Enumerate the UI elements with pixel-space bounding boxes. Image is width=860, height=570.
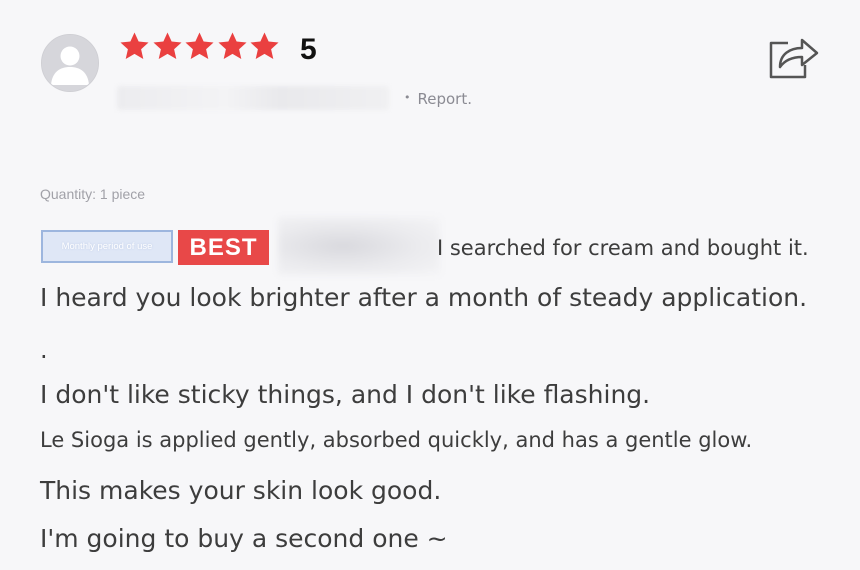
review-text-line: . xyxy=(40,336,48,364)
star-icon xyxy=(217,32,247,60)
review-text-line: I'm going to buy a second one ~ xyxy=(40,524,448,553)
best-review-badge: BEST xyxy=(178,230,269,265)
purchase-quantity: Quantity: 1 piece xyxy=(40,186,146,202)
separator-dot: • xyxy=(404,91,411,104)
review-text-line: I heard you look brighter after a month … xyxy=(40,283,808,312)
share-icon xyxy=(769,38,819,79)
rating-value: 5 xyxy=(300,33,317,66)
star-icon xyxy=(250,32,279,60)
report-link[interactable]: • Report. xyxy=(404,90,472,108)
star-icon xyxy=(185,32,214,60)
default-user-avatar-icon xyxy=(42,35,98,91)
review-text-line: I searched for cream and bought it. xyxy=(437,236,809,260)
review-text-line: This makes your skin look good. xyxy=(40,476,442,505)
user-avatar xyxy=(41,34,99,92)
blurred-image xyxy=(278,217,440,275)
usage-period-badge: Monthly period of use xyxy=(41,230,173,263)
review-text-line: I don't like sticky things, and I don't … xyxy=(40,380,651,409)
report-label: Report. xyxy=(417,90,473,108)
share-button[interactable] xyxy=(766,34,820,80)
reviewer-name-blurred xyxy=(117,86,389,110)
star-icon xyxy=(152,32,182,60)
review-text-line: Le Sioga is applied gently, absorbed qui… xyxy=(40,428,753,452)
star-rating xyxy=(118,30,281,63)
star-icon xyxy=(120,32,149,60)
